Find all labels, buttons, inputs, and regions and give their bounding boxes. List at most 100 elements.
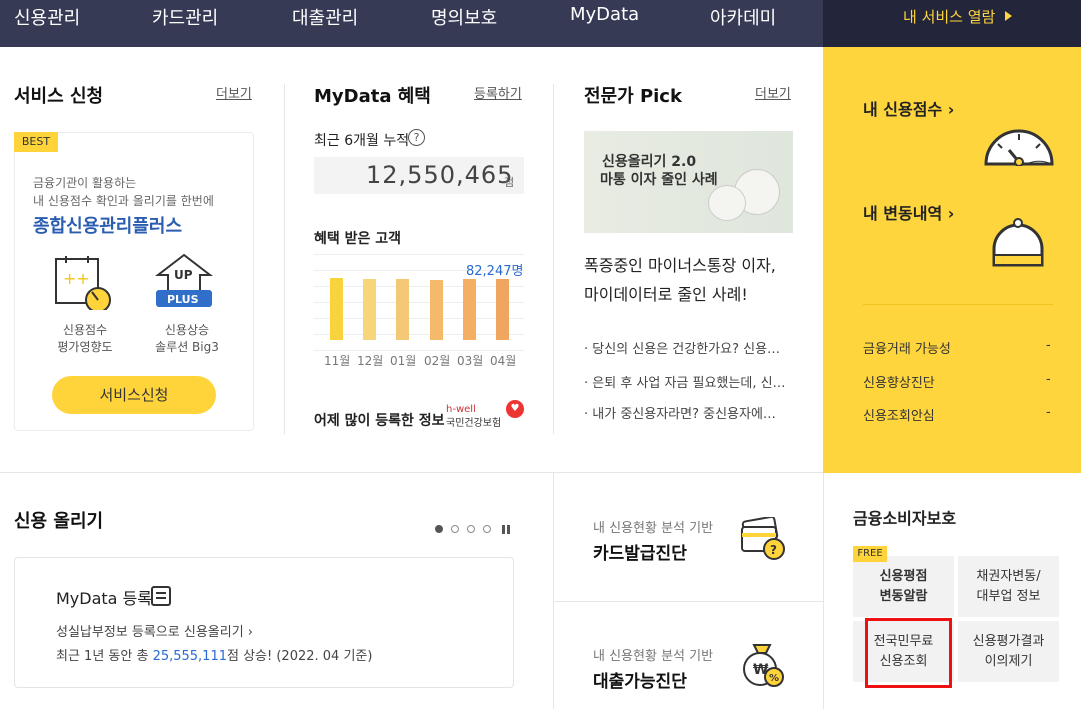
nav-credit[interactable]: 신용관리 (14, 4, 80, 30)
pick-thumbnail[interactable]: 신용올리기 2.0 마통 이자 줄인 사례 (584, 131, 793, 233)
loan-diag-sub: 내 신용현황 분석 기반 (593, 649, 714, 664)
my-score-link[interactable]: 내 신용점수 › (863, 96, 954, 120)
protection-cell-creditor[interactable]: 채권자변동/대부업 정보 (958, 556, 1059, 617)
help-icon[interactable]: ? (408, 129, 425, 146)
chart-x-label: 12월 (357, 354, 384, 368)
chart-bar (330, 278, 343, 340)
panel-item-improve[interactable]: 신용향상진단 (863, 372, 935, 391)
service-desc-1: 금융기관이 활용하는 (33, 176, 137, 190)
feature-1-line1: 신용점수 (62, 323, 108, 337)
mydata-register-link[interactable]: 등록하기 (474, 83, 522, 102)
question-mark-text: ? (770, 543, 777, 557)
chart-bar (496, 279, 509, 340)
divider (284, 84, 285, 434)
service-apply-button[interactable]: 서비스신청 (52, 376, 216, 414)
mydata-title: MyData 혜택 (314, 86, 431, 107)
panel-value-inquiry: - (1046, 405, 1051, 420)
money-bag-icon: ₩ % (743, 644, 784, 687)
feature-2-line1: 신용상승 (164, 323, 210, 337)
my-service-label[interactable]: 내 서비스 열람 (903, 6, 995, 27)
plus-text: PLUS (167, 293, 199, 306)
my-service-button[interactable]: 내 서비스 열람 (823, 0, 1081, 47)
nav-mydata[interactable]: MyData (570, 4, 639, 25)
mydata-register-line2: 최근 1년 동안 총 25,555,111점 상승! (2022. 04 기준) (56, 649, 373, 664)
panel-item-finance[interactable]: 금융거래 가능성 (863, 338, 951, 357)
best-badge: BEST (14, 132, 58, 152)
feature-2-label: 신용상승 솔루션 Big3 (148, 322, 226, 356)
loan-diag-link[interactable]: 대출가능진단 (593, 667, 687, 692)
gauge-icon (984, 129, 1054, 166)
customers-label: 혜택 받은 고객 (314, 231, 402, 247)
divider (553, 84, 554, 434)
pick-headline-1[interactable]: 폭증중인 마이너스통장 이자, (584, 252, 776, 276)
cumulative-unit: 점 (504, 176, 515, 189)
percent-text: % (769, 673, 779, 684)
service-desc-2: 내 신용점수 확인과 올리기를 한번에 (33, 194, 214, 208)
free-badge: FREE (853, 546, 887, 562)
pick-title: 전문가 Pick (584, 86, 682, 107)
pick-img-line2: 마통 이자 줄인 사례 (600, 172, 718, 188)
pick-list-item-3[interactable]: · 내가 중신용자라면? 중신용자에… (584, 403, 776, 422)
popular-label: 어제 많이 등록한 정보 (314, 413, 445, 429)
pick-more-link[interactable]: 더보기 (755, 83, 791, 102)
carousel-dot[interactable] (467, 525, 475, 533)
service-more-link[interactable]: 더보기 (216, 83, 252, 102)
chart-bar (430, 280, 443, 340)
svg-text:++: ++ (63, 269, 90, 288)
money-bag-icon (708, 185, 746, 221)
nav-loan[interactable]: 대출관리 (292, 4, 358, 30)
score-gauge-icon: ++ (55, 256, 111, 310)
protection-cell-objection[interactable]: 신용평가결과 이의제기 (958, 621, 1059, 682)
document-icon (151, 586, 171, 606)
chart-x-label: 01월 (390, 354, 417, 368)
feature-1-label: 신용점수 평가영향도 (55, 322, 115, 356)
chart-x-label: 02월 (424, 354, 451, 368)
chart-x-label: 03월 (457, 354, 484, 368)
carousel-dot[interactable] (435, 525, 443, 533)
pause-icon[interactable] (502, 525, 505, 534)
mydata-register-title: MyData 등록 (56, 589, 153, 608)
cumulative-value: 12,550,465 (366, 161, 514, 189)
credit-up-title: 신용 올리기 (14, 511, 104, 532)
nav-academy[interactable]: 아카데미 (710, 4, 776, 30)
card-diag-link[interactable]: 카드발급진단 (593, 539, 687, 564)
divider (553, 601, 823, 602)
panel-divider (863, 304, 1053, 305)
panel-item-inquiry[interactable]: 신용조회안심 (863, 405, 935, 424)
heart-icon: ♥ (506, 400, 524, 418)
chart-bar (363, 279, 376, 340)
play-arrow-icon (1005, 11, 1012, 21)
pause-icon[interactable] (507, 525, 510, 534)
pick-headline-2[interactable]: 마이데이터로 줄인 사례! (584, 281, 748, 305)
service-name: 종합신용관리플러스 (33, 216, 183, 237)
credit-up-icon: UP PLUS (155, 253, 213, 307)
my-changes-link[interactable]: 내 변동내역 › (863, 200, 954, 224)
up-text: UP (174, 268, 193, 282)
carousel-dot[interactable] (451, 525, 459, 533)
chart-x-label: 04월 (490, 354, 517, 368)
credit-card-icon: ? (741, 517, 785, 560)
protection-cell-score-alarm[interactable]: 신용평점 변동알람 (853, 556, 954, 617)
carousel-dot[interactable] (483, 525, 491, 533)
pick-img-line1: 신용올리기 2.0 (602, 154, 697, 170)
panel-value-finance: - (1046, 338, 1051, 353)
bell-icon (992, 218, 1044, 267)
card-diag-sub: 내 신용현황 분석 기반 (593, 521, 714, 536)
divider (823, 473, 824, 709)
protection-title: 금융소비자보호 (853, 509, 957, 528)
chart-bar (396, 279, 409, 340)
service-title: 서비스 신청 (14, 86, 104, 107)
pick-list-item-2[interactable]: · 은퇴 후 사업 자금 필요했는데, 신… (584, 372, 786, 391)
divider (553, 473, 554, 709)
mydata-register-line1[interactable]: 성실납부정보 등록으로 신용올리기 › (56, 621, 253, 640)
panel-value-improve: - (1046, 372, 1051, 387)
nav-identity[interactable]: 명의보호 (431, 4, 497, 30)
partner-name: 국민건강보험 (446, 418, 502, 429)
nav-card[interactable]: 카드관리 (152, 4, 218, 30)
pick-list-item-1[interactable]: · 당신의 신용은 건강한가요? 신용… (584, 338, 780, 357)
customers-value: 82,247명 (466, 264, 524, 279)
chart-bar (463, 279, 476, 340)
divider (0, 472, 823, 473)
chart-x-label: 11월 (324, 354, 351, 368)
feature-1-line2: 평가영향도 (57, 340, 113, 354)
